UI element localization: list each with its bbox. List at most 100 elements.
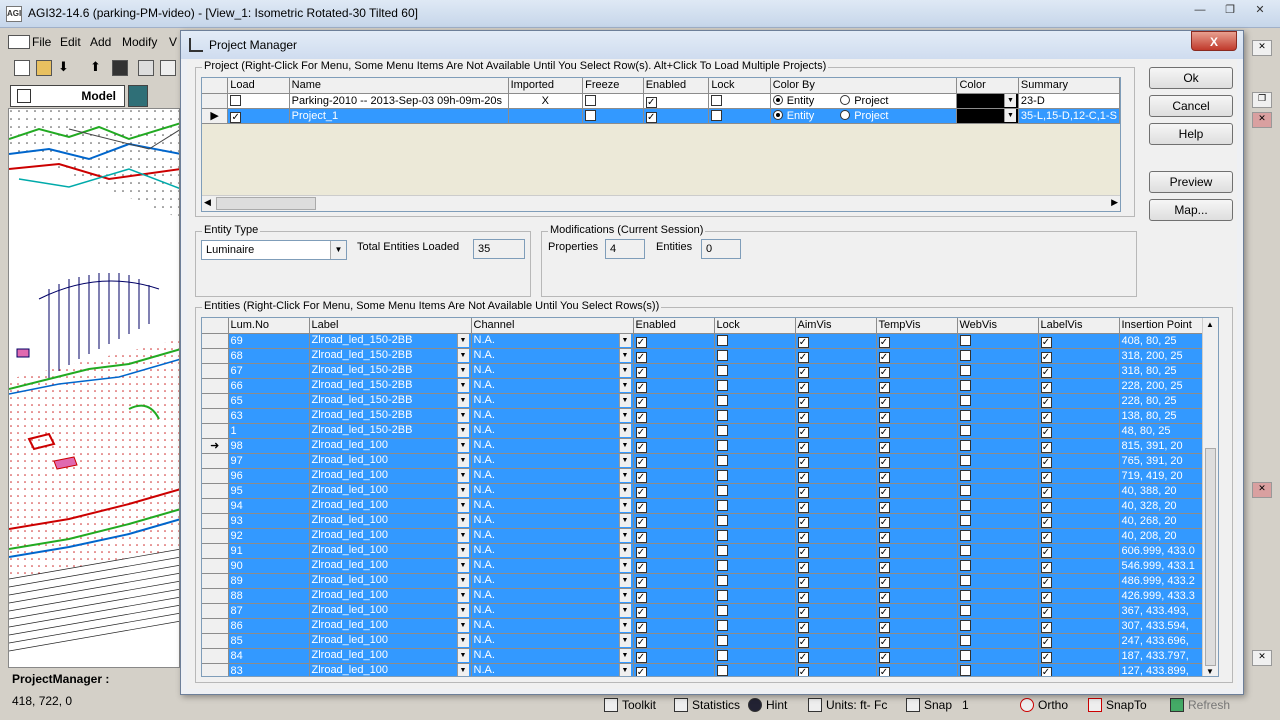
preview-button[interactable]: Preview [1149,171,1233,193]
snap-button[interactable]: Snap [906,698,952,712]
lock-checkbox[interactable] [716,574,728,586]
tempvis-checkbox[interactable]: ✓ [878,486,890,497]
label-cell[interactable]: Zlroad_led_100 ▼ [309,468,472,484]
row-header[interactable] [202,393,229,409]
freeze-checkbox[interactable] [585,94,597,106]
tempvis-checkbox[interactable]: ✓ [878,381,890,392]
project-name[interactable]: Parking-2010 -- 2013-Sep-03 09h-09m-20s [289,93,509,109]
enabled-checkbox[interactable]: ✓ [635,576,647,587]
panel-close-icon-3[interactable]: ✕ [1252,482,1272,498]
webvis-checkbox[interactable] [959,559,971,571]
webvis-checkbox[interactable] [959,589,971,601]
chevron-down-icon[interactable]: ▼ [456,664,469,676]
insertion-point[interactable]: 546.999, 433.1 [1119,558,1205,574]
enabled-checkbox[interactable]: ✓ [635,486,647,497]
snapto-button[interactable]: SnapTo [1088,698,1147,712]
lock-checkbox[interactable] [716,664,728,676]
lum-no[interactable]: 1 [228,423,310,439]
webvis-checkbox[interactable] [959,364,971,376]
menu-add[interactable]: Add [90,35,111,49]
insertion-point[interactable]: 40, 328, 20 [1119,498,1205,514]
enabled-checkbox[interactable]: ✓ [635,336,647,347]
channel-cell[interactable]: N.A. ▼ [471,468,634,484]
row-header[interactable] [202,468,229,484]
chevron-down-icon[interactable]: ▼ [456,424,469,437]
chevron-down-icon[interactable]: ▼ [456,379,469,392]
labelvis-checkbox[interactable]: ✓ [1040,381,1052,392]
aimvis-checkbox[interactable]: ✓ [797,651,809,662]
insertion-point[interactable]: 138, 80, 25 [1119,408,1205,424]
menu-view[interactable]: V [169,35,177,49]
lock-checkbox[interactable] [711,109,723,121]
chevron-down-icon[interactable]: ▼ [618,484,631,497]
aimvis-checkbox[interactable]: ✓ [797,606,809,617]
chevron-down-icon[interactable]: ▼ [618,559,631,572]
row-header[interactable] [202,348,229,364]
chevron-down-icon[interactable]: ▼ [456,529,469,542]
row-header[interactable]: ➜ [202,438,229,454]
webvis-checkbox[interactable] [959,439,971,451]
row-header[interactable] [202,513,229,529]
chevron-down-icon[interactable]: ▼ [456,334,469,347]
enabled-checkbox[interactable]: ✓ [635,636,647,647]
lock-checkbox[interactable] [716,379,728,391]
tempvis-checkbox[interactable]: ✓ [878,501,890,512]
label-cell[interactable]: Zlroad_led_100 ▼ [309,453,472,469]
entities-vscrollbar[interactable]: ▲ ▼ [1202,318,1218,676]
aimvis-checkbox[interactable]: ✓ [797,636,809,647]
channel-cell[interactable]: N.A. ▼ [471,423,634,439]
entity-row[interactable]: 65 Zlroad_led_150-2BB ▼ N.A. ▼ ✓ ✓ ✓ ✓ 228, 80, 2… [202,393,1205,409]
col-webvis[interactable]: WebVis [957,318,1039,334]
lock-checkbox[interactable] [716,634,728,646]
chevron-down-icon[interactable]: ▼ [1003,109,1016,122]
insertion-point[interactable]: 408, 80, 25 [1119,333,1205,349]
row-header[interactable] [202,558,229,574]
tempvis-checkbox[interactable]: ✓ [878,471,890,482]
lum-no[interactable]: 92 [228,528,310,544]
aimvis-checkbox[interactable]: ✓ [797,576,809,587]
aimvis-checkbox[interactable]: ✓ [797,426,809,437]
maximize-icon[interactable]: ❐ [1216,1,1244,19]
channel-cell[interactable]: N.A. ▼ [471,513,634,529]
scroll-up-icon[interactable]: ▲ [1206,320,1214,329]
label-cell[interactable]: Zlroad_led_100 ▼ [309,648,472,664]
enabled-checkbox[interactable]: ✓ [635,561,647,572]
enabled-checkbox[interactable]: ✓ [635,501,647,512]
enabled-checkbox[interactable]: ✓ [635,516,647,527]
entity-row[interactable]: 94 Zlroad_led_100 ▼ N.A. ▼ ✓ ✓ ✓ ✓ 40, 328, 20 [202,498,1205,514]
enabled-checkbox[interactable]: ✓ [635,606,647,617]
tempvis-checkbox[interactable]: ✓ [878,366,890,377]
labelvis-checkbox[interactable]: ✓ [1040,561,1052,572]
entity-row[interactable]: 92 Zlroad_led_100 ▼ N.A. ▼ ✓ ✓ ✓ ✓ 40, 208, 20 [202,528,1205,544]
chevron-down-icon[interactable]: ▼ [456,349,469,362]
lock-checkbox[interactable] [716,364,728,376]
label-cell[interactable]: Zlroad_led_100 ▼ [309,543,472,559]
col-color-by[interactable]: Color By [770,78,958,94]
webvis-checkbox[interactable] [959,424,971,436]
lock-checkbox[interactable] [716,619,728,631]
chevron-down-icon[interactable]: ▼ [618,574,631,587]
webvis-checkbox[interactable] [959,409,971,421]
col-enabled[interactable]: Enabled [633,318,715,334]
col-freeze[interactable]: Freeze [582,78,644,94]
open-icon[interactable] [36,60,52,76]
enabled-checkbox[interactable]: ✓ [635,366,647,377]
label-cell[interactable]: Zlroad_led_150-2BB ▼ [309,333,472,349]
chevron-down-icon[interactable]: ▼ [456,439,469,452]
lum-no[interactable]: 95 [228,483,310,499]
new-icon[interactable] [14,60,30,76]
project-row[interactable]: ▶ ✓ Project_1 ✓ Entity Project ▼ 35-L,15-D,12-C… [202,108,1120,124]
lock-checkbox[interactable] [716,544,728,556]
col-label[interactable]: Label [309,318,472,334]
webvis-checkbox[interactable] [959,469,971,481]
label-cell[interactable]: Zlroad_led_100 ▼ [309,588,472,604]
print-icon[interactable] [138,60,154,76]
labelvis-checkbox[interactable]: ✓ [1040,531,1052,542]
channel-cell[interactable]: N.A. ▼ [471,573,634,589]
labelvis-checkbox[interactable]: ✓ [1040,396,1052,407]
lock-checkbox[interactable] [716,649,728,661]
col-enabled[interactable]: Enabled [643,78,710,94]
label-cell[interactable]: Zlroad_led_100 ▼ [309,528,472,544]
color-swatch[interactable]: ▼ [956,93,1019,109]
refresh-button[interactable]: Refresh [1170,698,1230,712]
